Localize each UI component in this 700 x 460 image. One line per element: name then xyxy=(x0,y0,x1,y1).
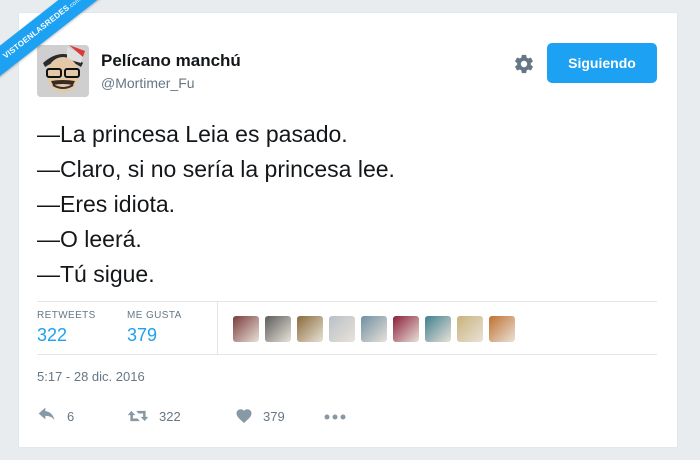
display-name[interactable]: Pelícano manchú xyxy=(101,51,241,71)
tweet-line: —La princesa Leia es pasado. xyxy=(37,121,348,147)
liker-avatar[interactable] xyxy=(329,316,355,342)
like-count: 379 xyxy=(263,409,285,424)
tweet-line: —Claro, si no sería la princesa lee. xyxy=(37,156,395,182)
avatar-image xyxy=(37,45,89,97)
retweet-count: 322 xyxy=(159,409,181,424)
retweets-stat[interactable]: RETWEETS 322 xyxy=(37,310,96,346)
liker-avatar[interactable] xyxy=(393,316,419,342)
tweet-card: Pelícano manchú @Mortimer_Fu Siguiendo —… xyxy=(18,12,678,448)
more-options-button[interactable] xyxy=(323,405,349,429)
tweet-text: —La princesa Leia es pasado. —Claro, si … xyxy=(37,117,637,292)
likes-label: ME GUSTA xyxy=(127,310,182,321)
reply-icon xyxy=(38,407,55,421)
reply-count: 6 xyxy=(67,409,75,424)
likes-stat[interactable]: ME GUSTA 379 xyxy=(127,310,182,346)
user-handle[interactable]: @Mortimer_Fu xyxy=(101,75,195,91)
avatar[interactable] xyxy=(37,45,89,97)
liker-avatar[interactable] xyxy=(425,316,451,342)
reply-button[interactable]: 6 xyxy=(37,405,97,429)
watermark-suffix: .com xyxy=(67,0,83,11)
liker-avatar[interactable] xyxy=(457,316,483,342)
tweet-line: —O leerá. xyxy=(37,226,142,252)
liker-avatar[interactable] xyxy=(361,316,387,342)
tweet-timestamp[interactable]: 5:17 - 28 dic. 2016 xyxy=(37,369,145,384)
more-icon xyxy=(324,414,346,420)
liker-avatars xyxy=(233,316,521,342)
liker-avatar[interactable] xyxy=(265,316,291,342)
liker-avatar[interactable] xyxy=(297,316,323,342)
tweet-line: —Tú sigue. xyxy=(37,261,155,287)
retweets-count: 322 xyxy=(37,325,68,345)
stats-divider xyxy=(217,302,218,354)
gear-icon[interactable] xyxy=(513,53,535,75)
liker-avatar[interactable] xyxy=(233,316,259,342)
like-button[interactable]: 379 xyxy=(235,405,305,429)
tweet-line: —Eres idiota. xyxy=(37,191,176,217)
retweet-button[interactable]: 322 xyxy=(127,405,197,429)
tweet-stats: RETWEETS 322 ME GUSTA 379 xyxy=(37,301,657,355)
retweets-label: RETWEETS xyxy=(37,310,96,321)
likes-count: 379 xyxy=(127,325,158,345)
liker-avatar[interactable] xyxy=(489,316,515,342)
heart-icon xyxy=(236,409,252,424)
retweet-icon xyxy=(127,410,149,422)
following-button[interactable]: Siguiendo xyxy=(547,43,657,83)
